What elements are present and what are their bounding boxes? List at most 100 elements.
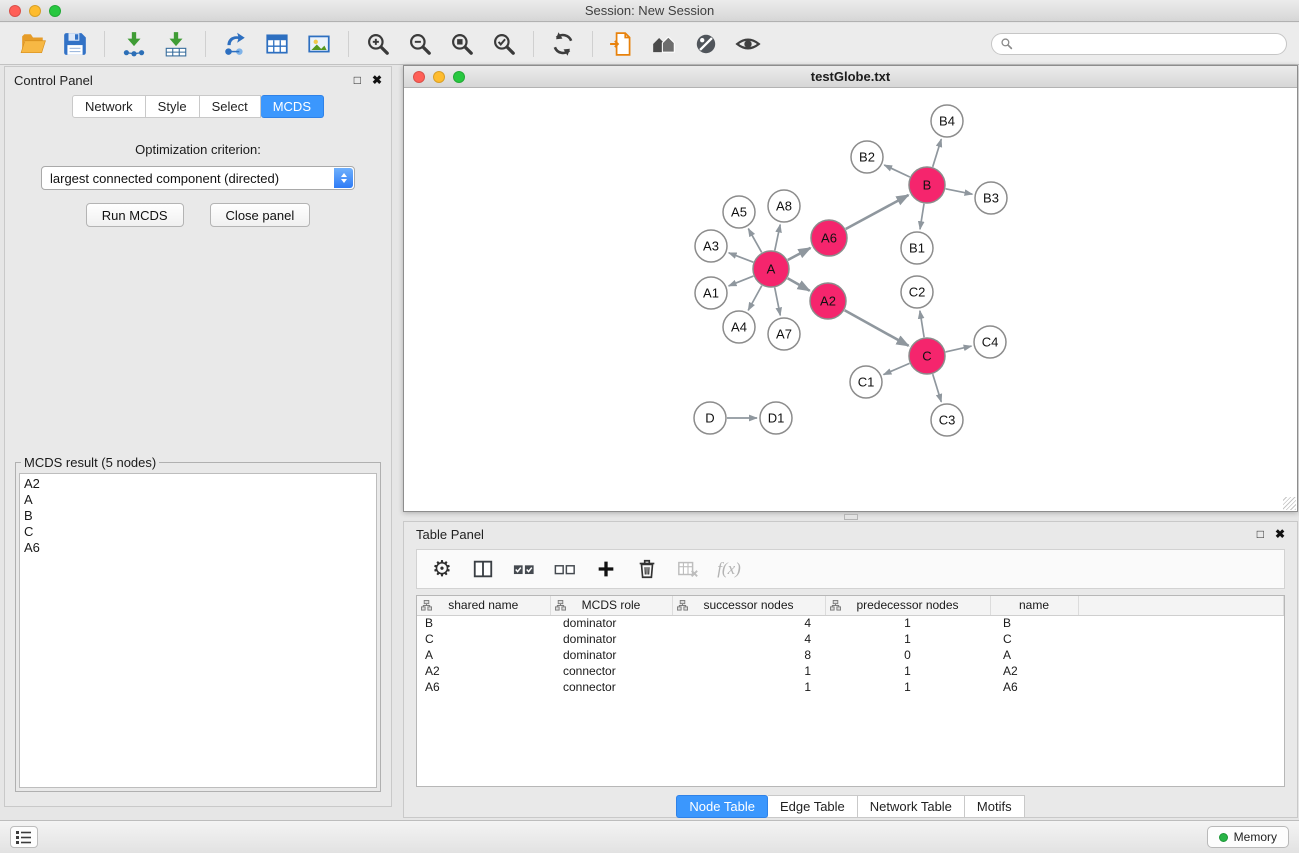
open-session-button[interactable] [17, 28, 49, 60]
table-cell[interactable]: B [990, 615, 1078, 631]
graph-node-A[interactable]: A [753, 251, 789, 287]
table-cell[interactable]: dominator [550, 647, 672, 663]
zoom-selected-button[interactable] [488, 28, 520, 60]
search-box[interactable] [991, 33, 1287, 55]
memory-button[interactable]: Memory [1207, 826, 1289, 848]
deselect-all-button[interactable] [552, 556, 578, 582]
edge-A-A7[interactable] [775, 288, 781, 316]
table-cell[interactable]: 1 [825, 615, 990, 631]
add-row-button[interactable] [593, 556, 619, 582]
network-close-button[interactable] [413, 71, 425, 83]
close-panel-button[interactable]: Close panel [210, 203, 311, 227]
edge-B-B4[interactable] [933, 139, 942, 167]
import-table-button[interactable] [160, 28, 192, 60]
table-cell[interactable]: 1 [825, 631, 990, 647]
graph-node-A6[interactable]: A6 [811, 220, 847, 256]
edge-A-A4[interactable] [748, 286, 762, 311]
edge-A-A6[interactable] [788, 248, 811, 260]
column-header-mcds-role[interactable]: MCDS role [550, 596, 672, 615]
optimization-criterion-select[interactable]: largest connected component (directed) [41, 166, 355, 190]
mcds-result-list[interactable]: A2ABCA6 [19, 473, 377, 788]
table-cell[interactable]: C [417, 631, 550, 647]
table-cell[interactable]: 1 [672, 663, 825, 679]
mcds-result-item[interactable]: A2 [24, 476, 372, 492]
tab-style[interactable]: Style [146, 95, 200, 118]
column-header-predecessor-nodes[interactable]: predecessor nodes [825, 596, 990, 615]
table-settings-icon[interactable]: ⚙ [429, 556, 455, 582]
table-cell[interactable]: 8 [672, 647, 825, 663]
table-cell[interactable]: A6 [990, 679, 1078, 695]
column-header-shared-name[interactable]: shared name [417, 596, 550, 615]
edge-A6-B[interactable] [846, 195, 909, 229]
graph-node-A1[interactable]: A1 [695, 277, 727, 309]
float-panel-icon[interactable]: □ [354, 74, 361, 86]
mcds-result-item[interactable]: A [24, 492, 372, 508]
import-network-button[interactable] [118, 28, 150, 60]
mcds-result-item[interactable]: B [24, 508, 372, 524]
panel-splitter[interactable] [403, 512, 1298, 521]
edge-A-A5[interactable] [748, 229, 761, 253]
graph-node-B1[interactable]: B1 [901, 232, 933, 264]
close-window-button[interactable] [9, 5, 21, 17]
table-cell[interactable]: 4 [672, 631, 825, 647]
new-network-button[interactable] [219, 28, 251, 60]
graph-node-C1[interactable]: C1 [850, 366, 882, 398]
graph-node-B4[interactable]: B4 [931, 105, 963, 137]
zoom-out-button[interactable] [404, 28, 436, 60]
table-cell[interactable]: A6 [417, 679, 550, 695]
table-row[interactable]: A6connector11A6 [417, 679, 1284, 695]
table-row[interactable]: A2connector11A2 [417, 663, 1284, 679]
table-row[interactable]: Cdominator41C [417, 631, 1284, 647]
graph-node-A8[interactable]: A8 [768, 190, 800, 222]
edge-C-C4[interactable] [946, 346, 972, 352]
graph-node-B[interactable]: B [909, 167, 945, 203]
delete-table-button[interactable] [675, 556, 701, 582]
table-row[interactable]: Adominator80A [417, 647, 1284, 663]
table-row[interactable]: Bdominator41B [417, 615, 1284, 631]
graph-node-A3[interactable]: A3 [695, 230, 727, 262]
minimize-window-button[interactable] [29, 5, 41, 17]
export-image-button[interactable] [303, 28, 335, 60]
edge-A-A8[interactable] [775, 225, 780, 251]
new-table-button[interactable] [261, 28, 293, 60]
graph-node-C2[interactable]: C2 [901, 276, 933, 308]
zoom-fit-button[interactable] [446, 28, 478, 60]
edge-B-B2[interactable] [884, 165, 910, 177]
edge-B-B3[interactable] [946, 189, 973, 194]
graph-node-A7[interactable]: A7 [768, 318, 800, 350]
close-panel-icon[interactable]: ✖ [372, 74, 382, 86]
tab-edge-table[interactable]: Edge Table [768, 795, 858, 818]
edge-C-C2[interactable] [920, 311, 924, 337]
table-cell[interactable]: A2 [990, 663, 1078, 679]
table-cell[interactable]: connector [550, 679, 672, 695]
edge-B-B1[interactable] [920, 204, 924, 229]
table-cell[interactable]: dominator [550, 631, 672, 647]
graph-node-D1[interactable]: D1 [760, 402, 792, 434]
clone-network-button[interactable] [606, 28, 638, 60]
edge-A-A2[interactable] [788, 278, 810, 290]
column-header-name[interactable]: name [990, 596, 1078, 615]
zoom-window-button[interactable] [49, 5, 61, 17]
window-resize-grip[interactable] [1283, 497, 1296, 510]
table-cell[interactable]: connector [550, 663, 672, 679]
table-cell[interactable]: dominator [550, 615, 672, 631]
function-builder-button[interactable]: f(x) [716, 556, 742, 582]
zoom-in-button[interactable] [362, 28, 394, 60]
edge-A2-C[interactable] [845, 310, 909, 346]
splitter-grip[interactable] [844, 514, 858, 520]
tab-mcds[interactable]: MCDS [261, 95, 324, 118]
graph-node-A2[interactable]: A2 [810, 283, 846, 319]
run-mcds-button[interactable]: Run MCDS [86, 203, 184, 227]
mcds-result-item[interactable]: C [24, 524, 372, 540]
graph-node-C4[interactable]: C4 [974, 326, 1006, 358]
tab-select[interactable]: Select [200, 95, 261, 118]
column-chooser-button[interactable] [470, 556, 496, 582]
column-header-successor-nodes[interactable]: successor nodes [672, 596, 825, 615]
edge-C-C1[interactable] [884, 363, 910, 374]
network-minimize-button[interactable] [433, 71, 445, 83]
edge-C-C3[interactable] [933, 374, 942, 402]
table-cell[interactable]: A [990, 647, 1078, 663]
edge-A-A1[interactable] [729, 276, 754, 286]
graph-node-A5[interactable]: A5 [723, 196, 755, 228]
table-cell[interactable]: 1 [825, 679, 990, 695]
